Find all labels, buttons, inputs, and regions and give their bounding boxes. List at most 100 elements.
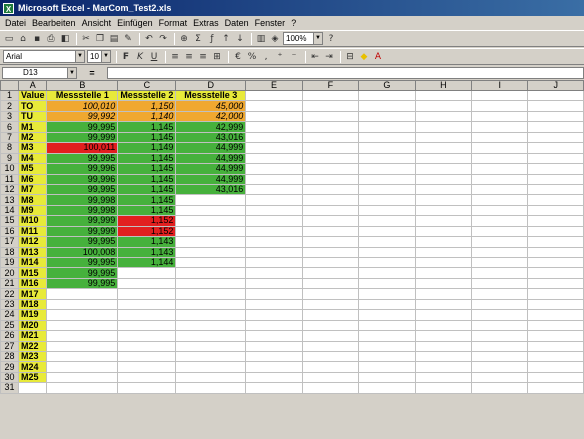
cell-label[interactable]: M23: [17, 350, 48, 363]
cell-label[interactable]: M5: [17, 163, 48, 175]
cell[interactable]: [527, 121, 584, 133]
size-select[interactable]: 10 ▼: [87, 50, 111, 63]
cell-messstelle-2[interactable]: [117, 330, 177, 342]
cell-messstelle-3[interactable]: [175, 350, 247, 363]
cell-messstelle-1[interactable]: [46, 382, 119, 394]
cell-messstelle-2[interactable]: 1,145: [117, 204, 177, 217]
currency-icon[interactable]: €: [232, 51, 244, 63]
cell[interactable]: [358, 319, 416, 332]
cell[interactable]: [301, 256, 360, 269]
cell[interactable]: [245, 142, 303, 154]
cell-messstelle-1[interactable]: [46, 319, 119, 332]
column-header[interactable]: J: [527, 80, 584, 91]
cell[interactable]: [358, 163, 416, 175]
cell-label[interactable]: M7: [17, 183, 48, 196]
cell-label[interactable]: M4: [17, 152, 48, 165]
cell-label[interactable]: M8: [17, 194, 48, 206]
cell[interactable]: [414, 215, 473, 227]
cell-messstelle-3[interactable]: [175, 309, 247, 321]
cell[interactable]: [414, 319, 473, 332]
cell[interactable]: [245, 236, 303, 248]
cell-messstelle-3[interactable]: [175, 319, 247, 332]
cell[interactable]: [414, 330, 473, 342]
cell-label[interactable]: M22: [17, 340, 48, 352]
cell[interactable]: [527, 361, 584, 373]
cell-messstelle-3[interactable]: [175, 298, 247, 311]
cell[interactable]: [414, 350, 473, 363]
cell-messstelle-2[interactable]: [117, 319, 177, 332]
cell-label[interactable]: M6: [17, 173, 48, 185]
cell[interactable]: [301, 288, 360, 300]
cell-messstelle-1[interactable]: 99,999: [46, 215, 119, 227]
row-header[interactable]: 8: [0, 142, 19, 154]
cell-messstelle-1[interactable]: [46, 330, 119, 342]
percent-icon[interactable]: %: [246, 51, 258, 63]
cell[interactable]: [414, 309, 473, 321]
cell-messstelle-2[interactable]: [117, 340, 177, 352]
cell[interactable]: [301, 110, 360, 123]
cell-messstelle-2[interactable]: 1,150: [117, 100, 177, 112]
cell-messstelle-3[interactable]: [175, 361, 247, 373]
cell-messstelle-1[interactable]: [46, 371, 119, 384]
cell[interactable]: [471, 267, 529, 279]
cell[interactable]: [358, 309, 416, 321]
open-icon[interactable]: ⌂: [17, 33, 29, 45]
cell-messstelle-2[interactable]: [117, 371, 177, 384]
cell[interactable]: [301, 350, 360, 363]
cell[interactable]: [527, 256, 584, 269]
cell[interactable]: [245, 89, 303, 102]
row-header[interactable]: 6: [0, 121, 19, 133]
cell[interactable]: [471, 215, 529, 227]
cell-messstelle-3[interactable]: [175, 330, 247, 342]
cell[interactable]: [414, 100, 473, 112]
cell[interactable]: [245, 121, 303, 133]
menu-daten[interactable]: Daten: [222, 18, 252, 28]
row-header[interactable]: 14: [0, 204, 19, 217]
cell[interactable]: [471, 277, 529, 290]
cell[interactable]: [414, 288, 473, 300]
cell[interactable]: [471, 371, 529, 384]
cell[interactable]: [245, 288, 303, 300]
cell[interactable]: [245, 330, 303, 342]
column-header[interactable]: B: [46, 80, 119, 91]
cell-messstelle-3[interactable]: 45,000: [175, 100, 247, 112]
cell[interactable]: [527, 131, 584, 144]
cell-messstelle-2[interactable]: 1,152: [117, 225, 177, 238]
cell[interactable]: [527, 142, 584, 154]
menu-fenster[interactable]: Fenster: [252, 18, 289, 28]
help-icon[interactable]: ?: [325, 33, 337, 45]
cell[interactable]: [245, 225, 303, 238]
menu-help[interactable]: ?: [288, 18, 299, 28]
cell-messstelle-3[interactable]: [175, 382, 247, 394]
cell-label[interactable]: TO: [17, 100, 48, 112]
cell-messstelle-1[interactable]: 99,995: [46, 121, 119, 133]
decrease-decimal-icon[interactable]: ⁻: [288, 51, 300, 63]
cell-header-messstelle-3[interactable]: Messstelle 3: [175, 89, 247, 102]
cell-messstelle-3[interactable]: [175, 340, 247, 352]
cell[interactable]: [414, 298, 473, 311]
cell[interactable]: [358, 173, 416, 185]
cell[interactable]: [471, 183, 529, 196]
column-header[interactable]: C: [117, 80, 177, 91]
row-header[interactable]: 18: [0, 246, 19, 259]
font-select[interactable]: Arial ▼: [3, 50, 85, 63]
cell[interactable]: [527, 267, 584, 279]
cell[interactable]: [414, 277, 473, 290]
row-header[interactable]: 9: [0, 152, 19, 165]
cell-messstelle-1[interactable]: 99,995: [46, 183, 119, 196]
cell[interactable]: [471, 110, 529, 123]
cell[interactable]: [414, 194, 473, 206]
select-all-corner[interactable]: [0, 80, 19, 91]
cell-messstelle-3[interactable]: [175, 267, 247, 279]
cell-messstelle-1[interactable]: 99,999: [46, 131, 119, 144]
cell-messstelle-1[interactable]: 100,010: [46, 100, 119, 112]
row-header[interactable]: 20: [0, 267, 19, 279]
cell[interactable]: [527, 288, 584, 300]
decrease-indent-icon[interactable]: ⇤: [309, 51, 321, 63]
align-center-icon[interactable]: ≡: [183, 51, 195, 63]
cell[interactable]: [358, 298, 416, 311]
cell[interactable]: [358, 100, 416, 112]
paste-icon[interactable]: ▤: [108, 33, 120, 45]
cell-messstelle-3[interactable]: [175, 225, 247, 238]
cell-messstelle-3[interactable]: [175, 246, 247, 259]
